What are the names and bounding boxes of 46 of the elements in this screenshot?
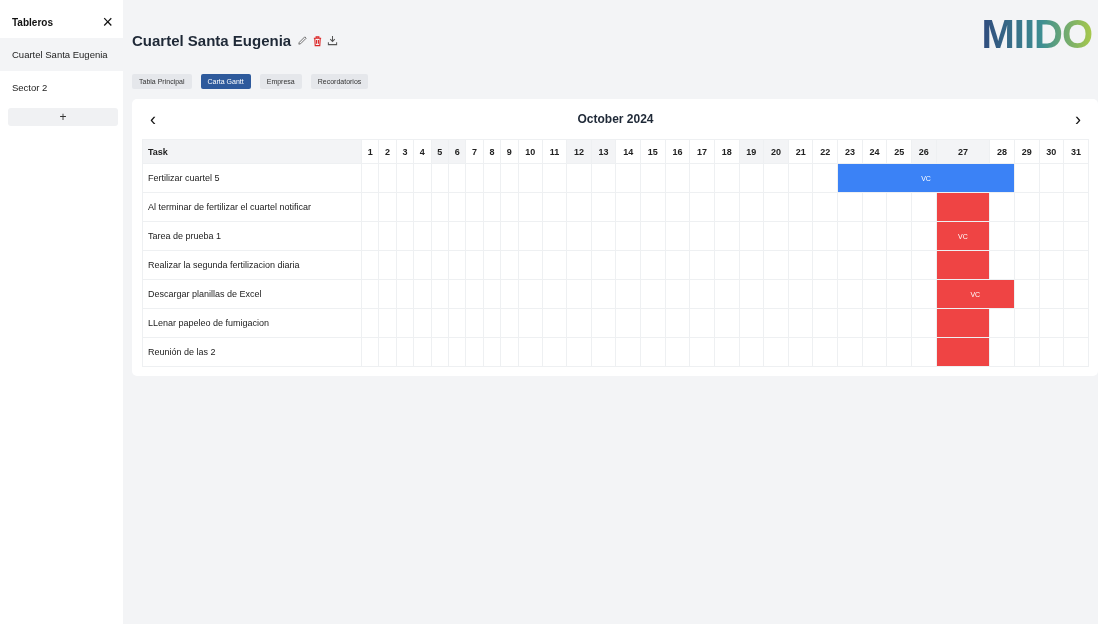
- task-cell: Descargar planillas de Excel: [142, 279, 362, 309]
- day-header: 13: [591, 139, 616, 164]
- day-header: 11: [542, 139, 567, 164]
- task-bar-segment[interactable]: [936, 251, 990, 279]
- day-header: 28: [989, 139, 1015, 164]
- previous-month-button[interactable]: ‹: [150, 111, 156, 127]
- day-header: 12: [566, 139, 592, 164]
- day-header: 23: [837, 139, 863, 164]
- task-bar-segment[interactable]: [936, 193, 990, 221]
- day-header: 22: [812, 139, 838, 164]
- task-bar-segment[interactable]: [936, 309, 990, 337]
- task-cell: Realizar la segunda fertilizacion diaria: [142, 250, 362, 280]
- day-header: 26: [911, 139, 937, 164]
- task-bar-segment[interactable]: [936, 338, 990, 366]
- day-header: 30: [1039, 139, 1064, 164]
- day-header: 20: [763, 139, 789, 164]
- day-header: 24: [862, 139, 887, 164]
- day-header: 10: [518, 139, 543, 164]
- next-month-button[interactable]: ›: [1075, 111, 1081, 127]
- close-button[interactable]: ×: [102, 14, 113, 30]
- trash-icon[interactable]: [312, 34, 324, 47]
- day-header: 21: [788, 139, 813, 164]
- day-header: 18: [714, 139, 740, 164]
- day-header: 16: [665, 139, 690, 164]
- task-cell: LLenar papeleo de fumigacion: [142, 308, 362, 338]
- day-header: 14: [615, 139, 641, 164]
- month-title: October 2024: [577, 112, 654, 126]
- day-header: 29: [1014, 139, 1040, 164]
- day-header: 27: [936, 139, 990, 164]
- sidebar-title: Tableros: [12, 16, 53, 28]
- task-cell: Fertilizar cuartel 5: [142, 163, 362, 193]
- download-icon[interactable]: [327, 35, 339, 46]
- add-board-button[interactable]: +: [8, 108, 118, 126]
- day-header: 25: [886, 139, 912, 164]
- board-title: Cuartel Santa Eugenia: [132, 32, 292, 49]
- edit-icon[interactable]: [297, 35, 309, 46]
- day-header: 17: [689, 139, 715, 164]
- task-bar-segment[interactable]: [936, 222, 990, 250]
- day-header: 19: [739, 139, 764, 164]
- day-header: 31: [1063, 139, 1089, 164]
- day-header: 15: [640, 139, 666, 164]
- sidebar-item[interactable]: Cuartel Santa Eugenia: [0, 38, 123, 71]
- task-cell: Reunión de las 2: [142, 337, 362, 367]
- task-cell: Al terminar de fertilizar el cuartel notificar: [142, 192, 362, 222]
- column-header: Task: [142, 139, 362, 164]
- task-cell: Tarea de prueba 1: [142, 221, 362, 251]
